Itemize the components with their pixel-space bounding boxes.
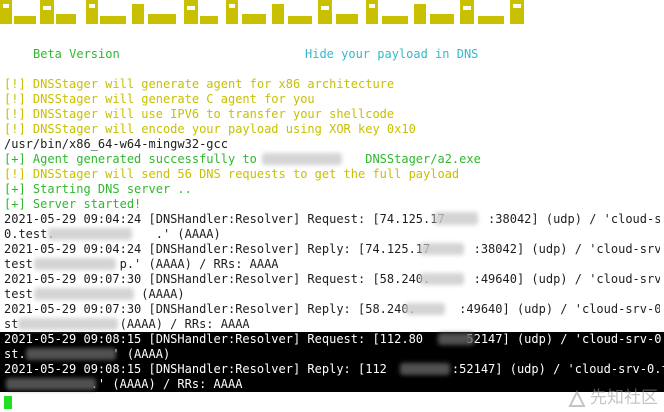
watermark-logo-icon <box>568 390 586 407</box>
log-line: [+] Starting DNS server .. <box>4 182 192 196</box>
redaction-blur <box>262 153 342 165</box>
ascii-art-banner <box>0 0 664 36</box>
log-line-selected[interactable]: 2021-05-29 09:08:15 [DNSHandler:Resolver… <box>0 362 664 377</box>
terminal-cursor <box>4 396 12 409</box>
watermark-text: 先知社区 <box>590 388 658 408</box>
log-line: 2021-05-29 09:04:24 [DNSHandler:Resolver… <box>4 212 660 226</box>
log-line: [!] DNSStager will send 56 DNS requests … <box>4 167 460 181</box>
redaction-blur <box>34 258 116 270</box>
redaction-blur <box>48 228 132 240</box>
log-line: /usr/bin/x86_64-w64-mingw32-gcc <box>4 137 228 151</box>
redaction-blur <box>420 243 464 255</box>
redaction-blur <box>18 318 118 330</box>
log-line: 2021-05-29 09:07:30 [DNSHandler:Resolver… <box>4 272 660 286</box>
redaction-blur <box>400 363 450 375</box>
terminal-window[interactable]: Beta Version Hide your payload in DNS [!… <box>0 0 664 412</box>
redaction-blur <box>26 348 116 360</box>
redaction-blur <box>434 212 478 225</box>
log-line: [!] DNSStager will encode your payload u… <box>4 122 416 136</box>
log-line: [!] DNSStager will generate C agent for … <box>4 92 315 106</box>
log-line: [+] Server started! <box>4 197 142 211</box>
log-line-selected[interactable]: .' (AAAA) / RRs: AAAA <box>0 377 664 392</box>
redaction-blur <box>6 378 96 390</box>
log-line-selected[interactable]: 2021-05-29 09:08:15 [DNSHandler:Resolver… <box>0 332 664 347</box>
redaction-blur <box>438 333 474 345</box>
log-line: [!] DNSStager will generate agent for x8… <box>4 77 395 91</box>
log-line: 2021-05-29 09:07:30 [DNSHandler:Resolver… <box>4 302 660 316</box>
redaction-blur <box>405 303 445 315</box>
log-line: [!] DNSStager will use IPV6 to transfer … <box>4 107 395 121</box>
log-line: 2021-05-29 09:04:24 [DNSHandler:Resolver… <box>4 242 660 256</box>
banner-version: Beta Version <box>33 47 120 61</box>
banner-tagline: Hide your payload in DNS <box>305 47 479 61</box>
redaction-blur <box>420 273 464 285</box>
redaction-blur <box>34 288 134 300</box>
